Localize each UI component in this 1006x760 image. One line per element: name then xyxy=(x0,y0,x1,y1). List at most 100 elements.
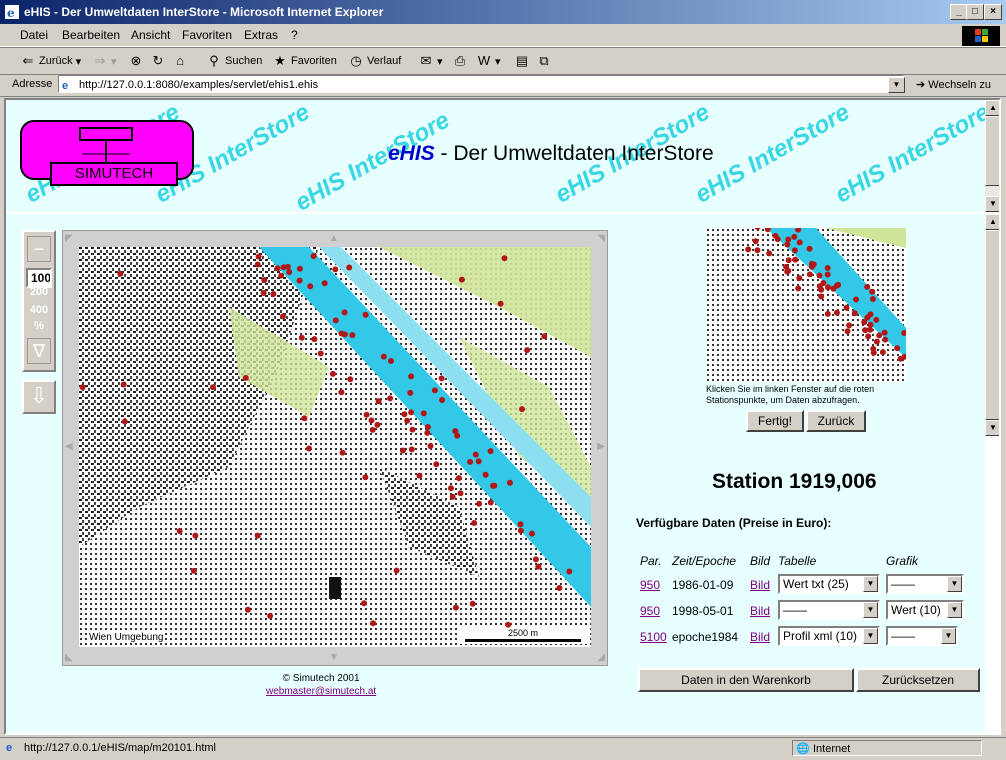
station-dot[interactable] xyxy=(449,493,456,500)
station-dot[interactable] xyxy=(433,461,440,468)
address-dropdown-button[interactable]: ▼ xyxy=(888,77,905,93)
station-dot[interactable] xyxy=(79,384,86,391)
station-dot[interactable] xyxy=(368,417,375,424)
station-dot[interactable] xyxy=(284,263,291,270)
station-dot[interactable] xyxy=(361,600,368,607)
station-dot[interactable] xyxy=(408,446,415,453)
station-dot[interactable] xyxy=(329,370,336,377)
station-dot[interactable] xyxy=(387,395,394,402)
forward-button[interactable]: ⇒ ▾ xyxy=(92,53,117,69)
station-dot[interactable] xyxy=(448,485,454,492)
station-dot[interactable] xyxy=(535,563,542,570)
station-dot[interactable] xyxy=(270,291,277,297)
favorites-button[interactable]: ★ Favoriten xyxy=(272,53,337,69)
station-dot[interactable] xyxy=(476,500,483,507)
station-dot[interactable] xyxy=(469,600,476,607)
pan-northeast-icon[interactable]: ◥ xyxy=(597,233,605,244)
station-dot[interactable] xyxy=(306,445,312,452)
menu-extras[interactable]: Extras xyxy=(244,28,278,42)
station-dot[interactable] xyxy=(279,313,286,320)
station-dot[interactable] xyxy=(317,350,324,357)
scroll-thumb[interactable] xyxy=(985,230,999,420)
station-dot[interactable] xyxy=(457,490,464,497)
maximize-button[interactable]: □ xyxy=(966,4,984,20)
webmaster-link[interactable]: webmaster@simutech.at xyxy=(266,686,376,697)
station-dot[interactable] xyxy=(475,458,482,465)
station-dot[interactable] xyxy=(298,334,305,341)
back-dropdown-icon[interactable]: ▾ xyxy=(76,55,82,68)
station-dot[interactable] xyxy=(487,448,494,455)
station-dot[interactable] xyxy=(424,429,431,436)
station-dot[interactable] xyxy=(176,528,183,534)
row3-par-link[interactable]: 5100 xyxy=(640,630,667,644)
row3-chart-select[interactable]: —— ▼ xyxy=(886,626,958,646)
mail-button[interactable]: ✉ ▾ xyxy=(418,53,443,69)
station-dot[interactable] xyxy=(404,417,411,424)
station-dot[interactable] xyxy=(363,411,370,418)
station-dot[interactable] xyxy=(349,332,356,339)
add-to-cart-button[interactable]: Daten in den Warenkorb xyxy=(638,668,854,692)
row1-table-select[interactable]: Wert txt (25) ▼ xyxy=(778,574,880,594)
station-dot[interactable] xyxy=(420,410,427,417)
station-dot[interactable] xyxy=(424,424,431,430)
station-dot[interactable] xyxy=(261,277,268,284)
pan-north-icon[interactable]: ▲ xyxy=(329,233,339,244)
row2-par-link[interactable]: 950 xyxy=(640,604,660,618)
address-input[interactable]: e http://127.0.0.1:8080/examples/servlet… xyxy=(58,75,904,93)
station-dot[interactable] xyxy=(458,276,465,283)
station-dot[interactable] xyxy=(192,532,199,539)
stop-button[interactable]: ⊗ xyxy=(128,53,144,69)
back-page-button[interactable]: Zurück xyxy=(806,410,866,432)
station-dot[interactable] xyxy=(439,397,446,403)
row1-chart-select[interactable]: —— ▼ xyxy=(886,574,964,594)
station-dot[interactable] xyxy=(408,373,415,380)
menu-datei[interactable]: Datei xyxy=(20,28,48,42)
pan-south-icon[interactable]: ▼ xyxy=(329,652,339,663)
zoom-level-200[interactable]: 200 xyxy=(26,286,52,298)
station-map[interactable]: Wien Umgebung 2500 m xyxy=(79,247,591,647)
station-dot[interactable] xyxy=(301,415,308,422)
discuss-button[interactable]: ▤ xyxy=(514,53,530,69)
menu-favoriten[interactable]: Favoriten xyxy=(182,28,232,42)
station-dot[interactable] xyxy=(532,556,539,563)
station-dot[interactable] xyxy=(471,520,478,526)
download-button[interactable]: ⇩ xyxy=(22,380,56,414)
station-dot[interactable] xyxy=(346,264,353,271)
station-dot[interactable] xyxy=(296,277,303,284)
station-dot[interactable] xyxy=(517,521,524,528)
station-dot[interactable] xyxy=(566,568,573,575)
pan-east-icon[interactable]: ▶ xyxy=(597,441,605,452)
station-dot[interactable] xyxy=(362,311,369,318)
go-button[interactable]: ➔ Wechseln zu xyxy=(916,78,991,91)
menu-bearbeiten[interactable]: Bearbeiten xyxy=(62,28,120,42)
station-dot[interactable] xyxy=(409,426,416,433)
row2-image-link[interactable]: Bild xyxy=(750,604,770,618)
pan-southeast-icon[interactable]: ◢ xyxy=(597,652,605,663)
station-dot[interactable] xyxy=(117,270,124,277)
reset-button[interactable]: Zurücksetzen xyxy=(856,668,980,692)
station-dot[interactable] xyxy=(267,612,274,619)
station-dot[interactable] xyxy=(370,620,377,627)
station-dot[interactable] xyxy=(407,389,414,396)
station-dot[interactable] xyxy=(255,253,262,260)
home-button[interactable]: ⌂ xyxy=(172,53,188,69)
scroll-up-button[interactable]: ▲ xyxy=(985,214,999,230)
pan-west-icon[interactable]: ◀ xyxy=(65,441,73,452)
station-dot[interactable] xyxy=(310,253,317,260)
pan-southwest-icon[interactable]: ◣ xyxy=(65,652,73,663)
station-dot[interactable] xyxy=(296,265,303,272)
station-dot[interactable] xyxy=(190,567,197,574)
station-dot[interactable] xyxy=(242,374,249,381)
station-dot[interactable] xyxy=(393,567,400,574)
search-button[interactable]: ⚲ Suchen xyxy=(206,53,262,69)
overview-map[interactable] xyxy=(706,228,906,382)
back-button[interactable]: ⇐ Zurück ▾ xyxy=(20,53,82,69)
station-dot[interactable] xyxy=(408,409,415,416)
history-button[interactable]: ◷ Verlauf xyxy=(348,53,401,69)
station-dot[interactable] xyxy=(401,411,408,418)
station-dot[interactable] xyxy=(369,426,376,433)
menu-ansicht[interactable]: Ansicht xyxy=(131,28,170,42)
overview-scrollbar[interactable]: ▲ ▼ xyxy=(985,214,999,436)
station-dot[interactable] xyxy=(452,428,459,435)
station-dot[interactable] xyxy=(121,418,128,425)
